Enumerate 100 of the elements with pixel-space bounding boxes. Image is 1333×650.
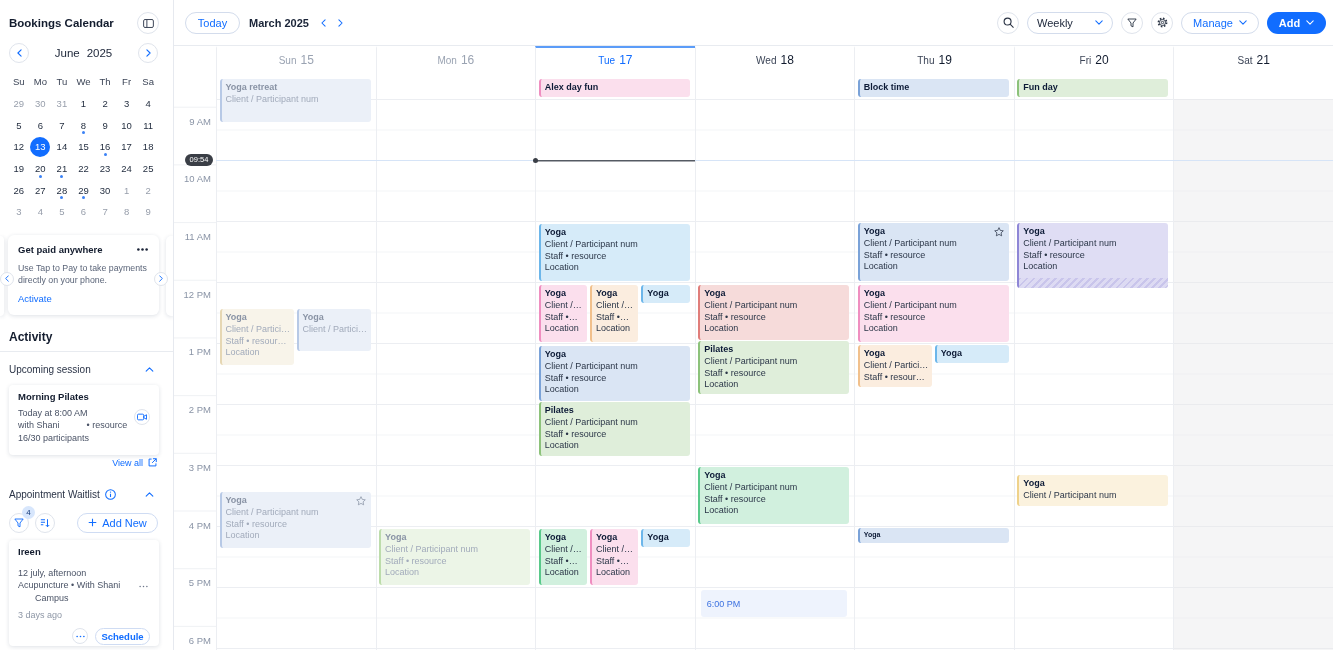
view-dropdown[interactable]: Weekly xyxy=(1027,11,1113,34)
booking-card[interactable]: Block time xyxy=(857,79,1009,97)
calendar-day[interactable]: 28 xyxy=(51,180,72,201)
calendar-day[interactable]: 10 xyxy=(116,115,137,136)
booking-card[interactable]: Yoga Client /… Staff •… Location xyxy=(589,529,639,585)
event-title: Alex day fun xyxy=(544,81,599,93)
chevron-left-icon[interactable] xyxy=(320,18,326,27)
calendar-day[interactable]: 26 xyxy=(8,180,29,201)
booking-card[interactable]: Fun day xyxy=(1017,79,1169,97)
calendar-day[interactable]: 8 xyxy=(73,115,94,136)
calendar-day[interactable]: 17 xyxy=(116,137,137,157)
session-card[interactable]: Morning Pilates Today at 8:00 AM with Shani • resource 16/30 participants xyxy=(9,384,159,455)
booking-card[interactable]: Yoga xyxy=(641,529,690,547)
calendar-day[interactable]: 9 xyxy=(95,115,116,136)
hour-label: 10 AM xyxy=(184,173,211,186)
calendar-day[interactable]: 1 xyxy=(73,93,94,114)
waitlist-card[interactable]: Ireen 12 july, afternoon Acupuncture • With Shani Campus 3 days ago Schedule xyxy=(9,539,159,646)
day-header[interactable]: Thu 19 xyxy=(854,46,1014,72)
calendar-day[interactable]: 20 xyxy=(30,158,51,179)
day-header[interactable]: Sat 21 xyxy=(1173,46,1333,72)
booking-card[interactable]: Yoga xyxy=(934,345,1009,363)
calendar-day[interactable]: 22 xyxy=(73,158,94,179)
time-slot[interactable]: 6:00 PM xyxy=(700,590,847,617)
video-call-button[interactable] xyxy=(134,408,150,425)
chevron-right-icon xyxy=(145,49,151,57)
calendar-day[interactable]: 13 xyxy=(30,137,51,157)
calendar-day[interactable]: 12 xyxy=(8,137,29,157)
chevron-up-icon[interactable] xyxy=(145,492,154,498)
settings-button[interactable] xyxy=(1151,11,1173,34)
event-title: Yoga retreat xyxy=(225,81,278,93)
calendar-day[interactable]: 15 xyxy=(73,137,94,157)
filter-button[interactable] xyxy=(9,512,29,533)
event-detail: Location xyxy=(595,567,630,579)
booking-card[interactable]: Pilates Client / Participant num Staff • resource Location xyxy=(538,402,690,456)
date-label: 20 xyxy=(1095,53,1109,67)
add-button[interactable]: Add xyxy=(1267,11,1326,34)
event-detail: Client / Partici… xyxy=(225,324,291,336)
booking-card[interactable]: Yoga Client /… Staff •… Location xyxy=(589,285,639,342)
hour-label: 11 AM xyxy=(184,231,211,244)
schedule-button[interactable]: Schedule xyxy=(95,627,150,645)
event-detail: Location xyxy=(385,567,420,579)
service-location: Campus xyxy=(34,591,69,605)
calendar-day[interactable]: 27 xyxy=(30,180,51,201)
star-icon[interactable] xyxy=(355,496,366,506)
booking-card[interactable]: Yoga Client / Participant num Staff • resource Location xyxy=(698,467,850,524)
info-icon[interactable] xyxy=(104,489,116,501)
booking-card[interactable]: Yoga Client / Participant num Staff • resource Location xyxy=(1017,223,1169,288)
booking-card[interactable]: Yoga Client / Participant num Staff • resource Location xyxy=(698,285,850,340)
booking-card[interactable]: Yoga Client /… Staff •… Location xyxy=(538,285,587,342)
weekday-label: Tue xyxy=(598,54,616,66)
calendar-day[interactable]: 29 xyxy=(73,180,94,201)
booking-card[interactable]: Yoga Client / Participant num Staff • resource Location xyxy=(857,285,1009,342)
sort-button[interactable] xyxy=(35,512,55,533)
more-icon[interactable] xyxy=(137,248,148,252)
calendar-day[interactable]: 7 xyxy=(51,115,72,136)
calendar-day[interactable]: 14 xyxy=(51,137,72,157)
chevron-up-icon[interactable] xyxy=(145,367,154,373)
booking-card[interactable]: Pilates Client / Participant num Staff • resource Location xyxy=(698,341,850,394)
booking-card[interactable]: Yoga Client /… Staff •… Location xyxy=(538,529,587,585)
today-button[interactable]: Today xyxy=(185,11,240,34)
calendar-day[interactable]: 3 xyxy=(116,93,137,114)
calendar-day[interactable]: 4 xyxy=(138,93,159,114)
event-detail: Staff • resource xyxy=(863,249,926,261)
calendar-day[interactable]: 24 xyxy=(116,158,137,179)
hour-label: 6 PM xyxy=(188,634,211,647)
search-button[interactable] xyxy=(997,11,1019,34)
calendar-day[interactable]: 18 xyxy=(138,137,159,157)
booking-card[interactable]: Yoga Client / Partici… Staff • resour… xyxy=(857,345,932,387)
booking-card[interactable]: Alex day fun xyxy=(538,79,690,97)
manage-button[interactable]: Manage xyxy=(1181,11,1259,34)
calendar-day[interactable]: 19 xyxy=(8,158,29,179)
day-header[interactable]: Wed 18 xyxy=(694,46,855,72)
add-new-button[interactable]: Add New xyxy=(77,512,158,533)
view-all-link[interactable]: View all xyxy=(112,455,157,470)
booking-card[interactable]: Yoga Client / Participant num Staff • resource Location xyxy=(538,224,690,281)
weekday-label: Wed xyxy=(756,54,777,66)
calendar-day[interactable]: 21 xyxy=(51,158,72,179)
booking-card[interactable]: Yoga Client / Participant num xyxy=(1017,475,1169,506)
event-detail: Staff • resource xyxy=(704,311,766,323)
calendar-day[interactable]: 23 xyxy=(95,158,116,179)
calendar-day[interactable]: 16 xyxy=(95,137,116,157)
calendar-day[interactable]: 2 xyxy=(95,93,116,114)
weekday-label: Fri xyxy=(1079,54,1092,66)
day-header[interactable]: Fri 20 xyxy=(1013,46,1174,72)
event-detail: Client / Participant num xyxy=(863,238,957,250)
activate-link[interactable]: Activate xyxy=(18,292,52,304)
booking-card[interactable]: Yoga xyxy=(641,285,690,303)
day-header[interactable]: Tue 17 xyxy=(535,46,695,72)
calendar-day[interactable]: 6 xyxy=(30,115,51,136)
calendar-day[interactable]: 5 xyxy=(8,115,29,136)
event-detail: Staff • resource xyxy=(704,493,766,505)
booking-card[interactable]: Yoga Client / Participant num Staff • resource Location xyxy=(857,223,1009,281)
calendar-day[interactable]: 25 xyxy=(138,158,159,179)
booking-card[interactable]: Yoga Client / Participant num Staff • resource Location xyxy=(538,346,690,401)
calendar-day[interactable]: 11 xyxy=(138,115,159,136)
sidebar-toggle-button[interactable] xyxy=(137,12,159,34)
star-icon[interactable] xyxy=(993,227,1004,237)
filter-button[interactable] xyxy=(1121,11,1143,34)
chevron-right-icon[interactable] xyxy=(337,18,343,27)
calendar-day[interactable]: 30 xyxy=(95,180,116,201)
